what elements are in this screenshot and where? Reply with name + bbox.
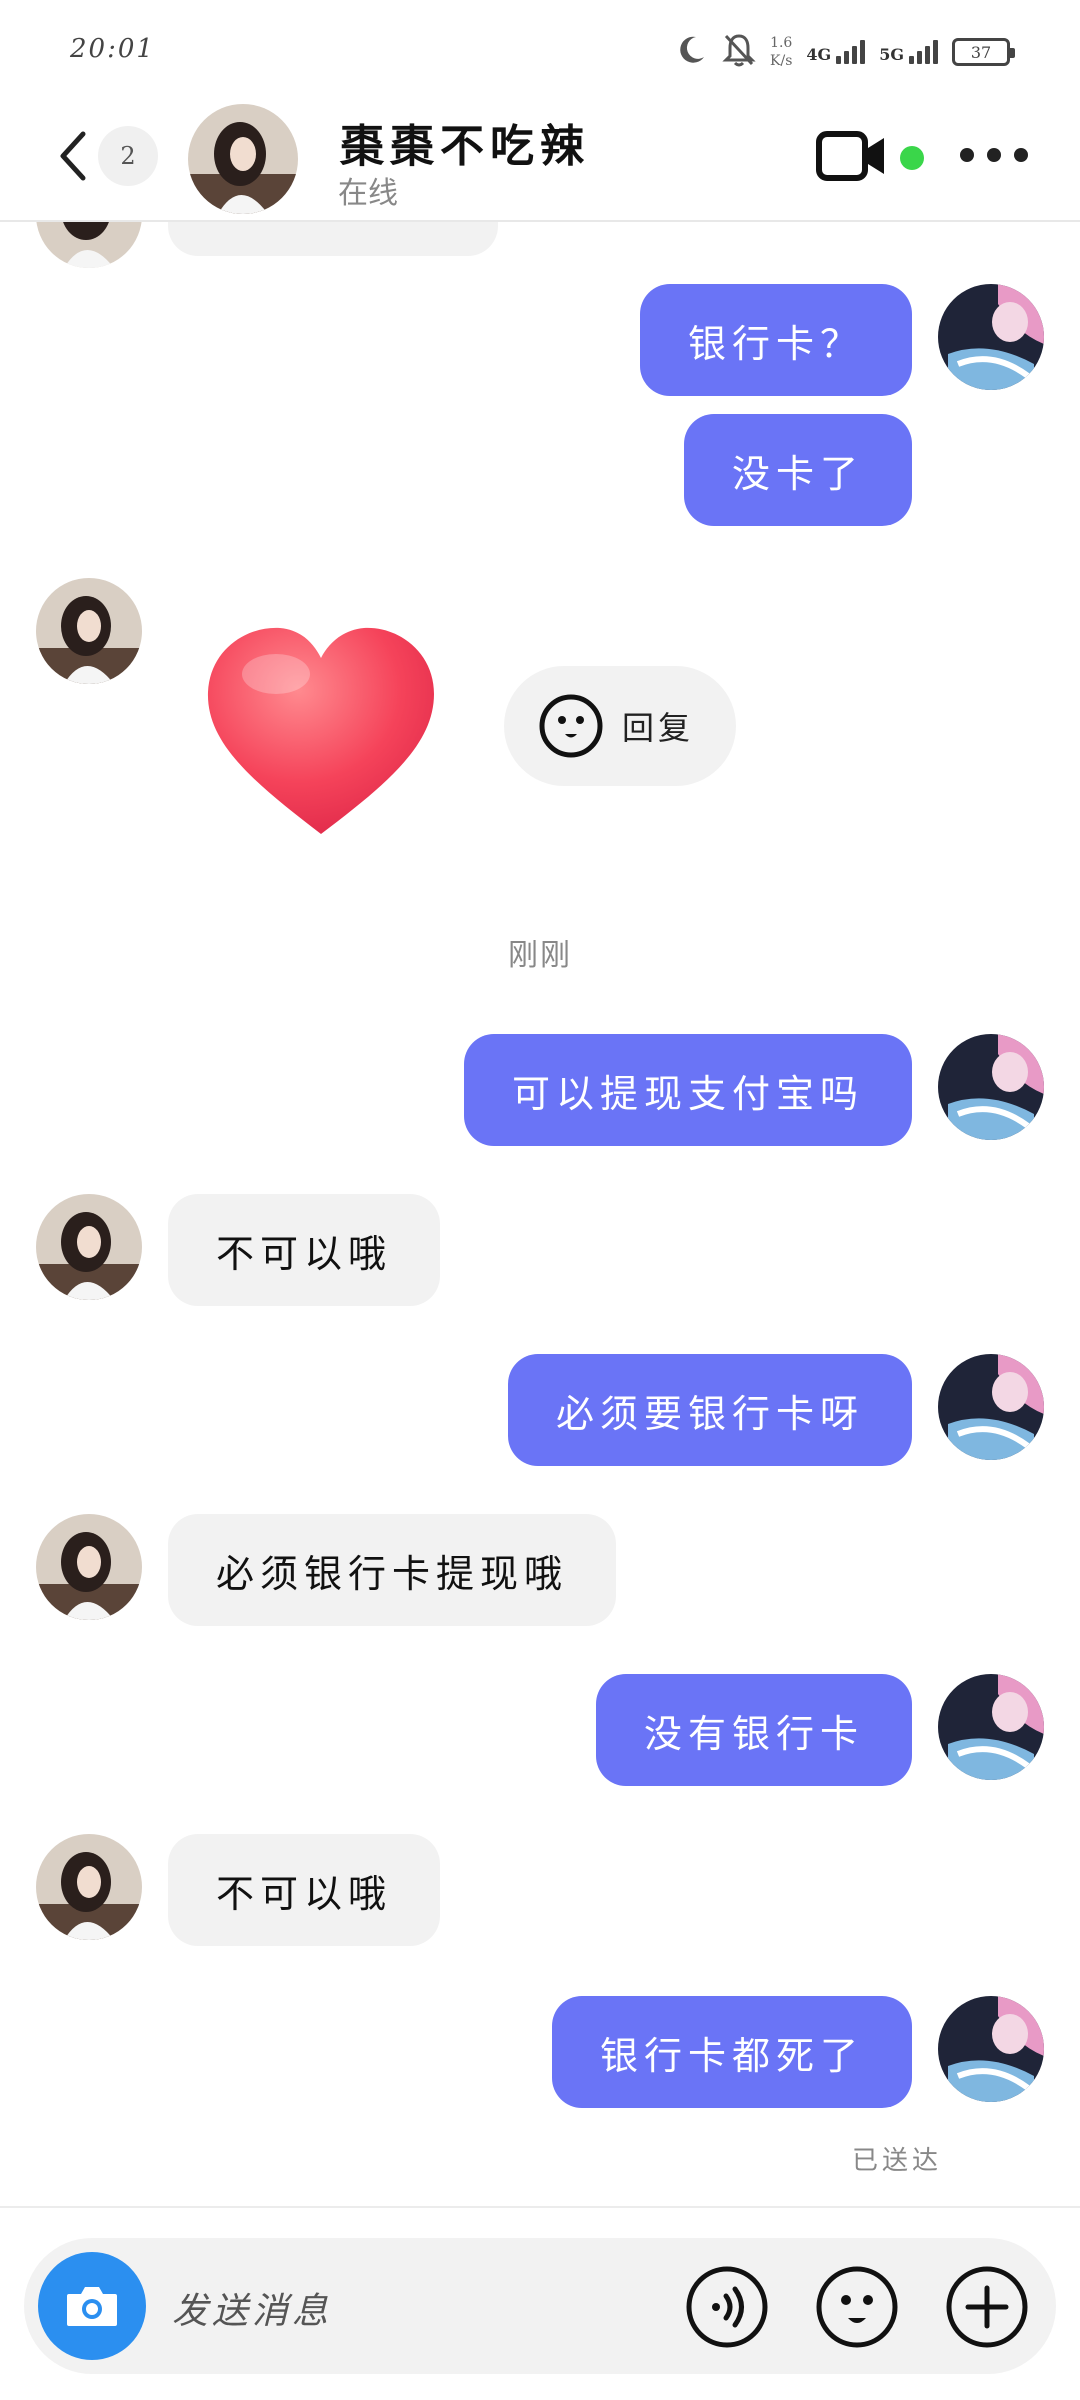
chat-header: 2 棗棗不吃辣 在线 bbox=[0, 96, 1080, 222]
online-indicator bbox=[900, 146, 924, 170]
more-button[interactable] bbox=[960, 140, 1028, 170]
outgoing-message-bubble[interactable]: 银行卡？ bbox=[639, 284, 912, 396]
status-icons: 1.6 K/s 4G 5G 37 bbox=[674, 30, 1015, 74]
time-separator: 刚刚 bbox=[508, 938, 572, 973]
emoji-icon bbox=[816, 2266, 898, 2348]
message-row: 银行卡都死了 bbox=[0, 1996, 1080, 2108]
signal-sim1: 4G bbox=[806, 40, 866, 64]
outgoing-message-bubble[interactable]: 没有银行卡 bbox=[595, 1674, 912, 1786]
reply-button[interactable]: 回复 bbox=[504, 666, 736, 786]
message-row: 必须银行卡提现哦 bbox=[0, 1514, 1080, 1626]
my-avatar[interactable] bbox=[938, 1034, 1044, 1140]
unread-count-badge[interactable]: 2 bbox=[98, 126, 158, 186]
composer: 发送消息 bbox=[0, 2206, 1080, 2400]
camera-button[interactable] bbox=[38, 2252, 146, 2360]
incoming-message-bubble[interactable]: 必须银行卡提现哦 bbox=[168, 1514, 617, 1626]
battery-indicator: 37 bbox=[952, 38, 1015, 66]
moon-icon bbox=[674, 33, 708, 71]
outgoing-message-bubble[interactable]: 没卡了 bbox=[683, 414, 912, 526]
my-avatar[interactable] bbox=[938, 1674, 1044, 1780]
smile-icon bbox=[539, 694, 603, 758]
incoming-message-bubble[interactable]: 不可以哦 bbox=[168, 1194, 441, 1306]
mute-bell-icon bbox=[722, 32, 756, 72]
voice-button[interactable] bbox=[684, 2264, 770, 2350]
incoming-message-bubble[interactable]: 不可以哦 bbox=[168, 1834, 441, 1946]
contact-avatar[interactable] bbox=[36, 222, 142, 268]
message-row: 必须要银行卡呀 bbox=[0, 1354, 1080, 1466]
message-row: 银行卡？ bbox=[0, 284, 1080, 396]
read-receipt: 已送达 bbox=[851, 2146, 942, 2176]
outgoing-message-bubble[interactable]: 必须要银行卡呀 bbox=[507, 1354, 912, 1466]
message-row: 不可以哦 bbox=[0, 1194, 1080, 1306]
contact-status: 在线 bbox=[338, 176, 398, 211]
reply-label: 回复 bbox=[622, 709, 695, 747]
back-arrow-icon bbox=[60, 131, 86, 181]
video-call-icon bbox=[816, 131, 884, 181]
signal-sim2: 5G bbox=[879, 40, 938, 64]
contact-avatar[interactable] bbox=[188, 104, 298, 214]
emoji-button[interactable] bbox=[814, 2264, 900, 2350]
contact-avatar[interactable] bbox=[36, 1834, 142, 1940]
heart-sticker[interactable] bbox=[196, 614, 446, 854]
message-list[interactable]: 银行卡？ 没卡了 回复 刚刚 可以提现支付宝吗 不可以哦 必须要银行卡呀 必须银… bbox=[0, 222, 1080, 2206]
outgoing-message-bubble[interactable]: 可以提现支付宝吗 bbox=[463, 1034, 912, 1146]
message-input-placeholder: 发送消息 bbox=[172, 2291, 333, 2332]
message-input[interactable]: 发送消息 bbox=[24, 2238, 1056, 2374]
status-bar: 20:01 1.6 K/s 4G 5G 37 bbox=[0, 0, 1080, 96]
video-call-button[interactable] bbox=[816, 128, 888, 184]
message-row: 可以提现支付宝吗 bbox=[0, 1034, 1080, 1146]
status-time: 20:01 bbox=[70, 34, 155, 64]
message-row: 没有银行卡 bbox=[0, 1674, 1080, 1786]
contact-avatar[interactable] bbox=[36, 1514, 142, 1620]
message-bubble-partial[interactable] bbox=[168, 222, 498, 256]
contact-avatar[interactable] bbox=[36, 1194, 142, 1300]
plus-icon bbox=[946, 2266, 1028, 2348]
camera-icon bbox=[67, 2287, 117, 2326]
more-icon bbox=[960, 148, 974, 162]
heart-icon bbox=[207, 627, 434, 834]
my-avatar[interactable] bbox=[938, 1354, 1044, 1460]
message-row: 不可以哦 bbox=[0, 1834, 1080, 1946]
contact-name: 棗棗不吃辣 bbox=[340, 121, 590, 172]
back-button[interactable] bbox=[50, 126, 94, 186]
outgoing-message-bubble[interactable]: 银行卡都死了 bbox=[551, 1996, 912, 2108]
net-speed: 1.6 K/s bbox=[770, 35, 793, 69]
contact-avatar[interactable] bbox=[36, 578, 142, 684]
my-avatar[interactable] bbox=[938, 284, 1044, 390]
my-avatar[interactable] bbox=[938, 1996, 1044, 2102]
plus-button[interactable] bbox=[944, 2264, 1030, 2350]
voice-icon bbox=[686, 2266, 768, 2348]
message-row: 没卡了 bbox=[0, 414, 1080, 526]
